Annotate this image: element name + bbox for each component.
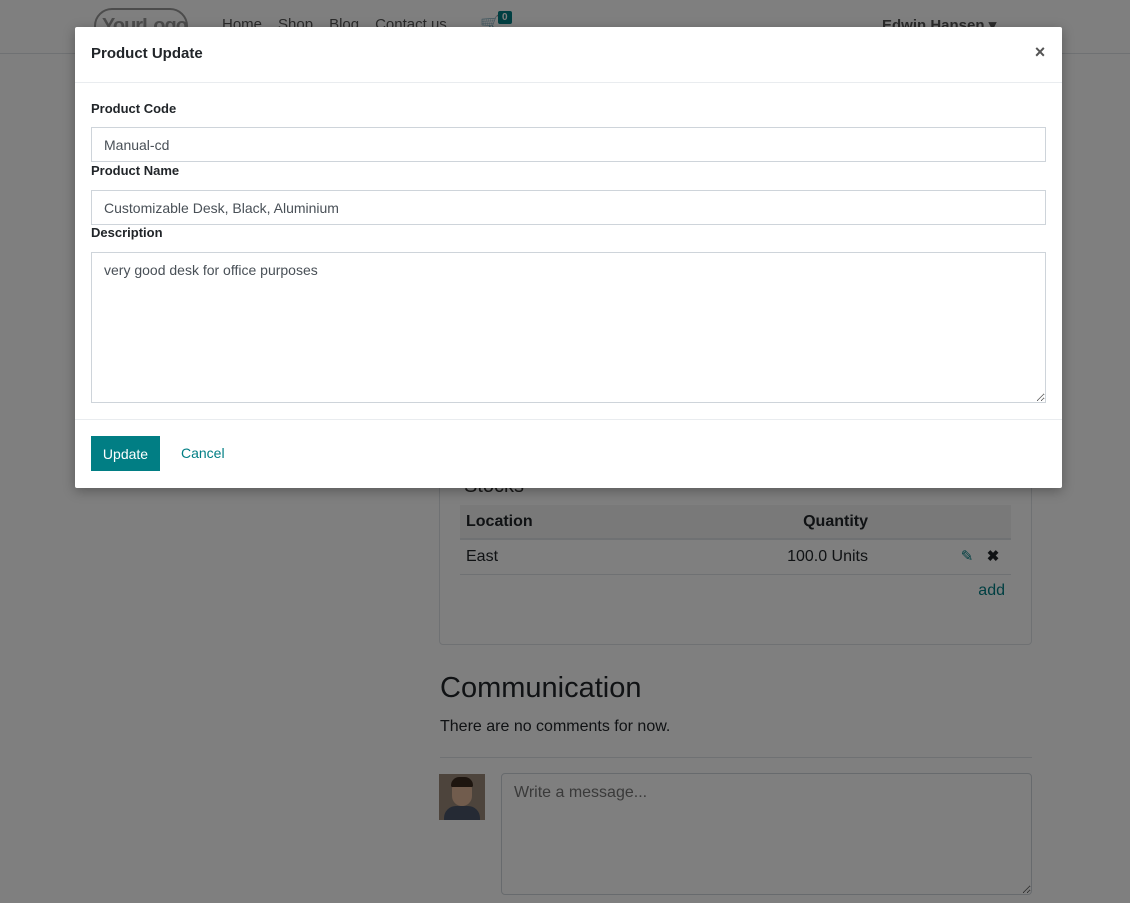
product-update-dialog: Product Update × Product Code Product Na…: [75, 27, 1062, 488]
modal-header: Product Update ×: [75, 27, 1062, 83]
modal-footer: Update Cancel: [75, 419, 1062, 488]
product-code-field[interactable]: [91, 127, 1046, 162]
description-label: Description: [91, 225, 163, 240]
product-name-label: Product Name: [91, 163, 180, 178]
description-field[interactable]: very good desk for office purposes: [91, 252, 1046, 403]
close-icon[interactable]: ×: [1030, 42, 1050, 62]
product-code-label: Product Code: [91, 101, 177, 116]
update-button[interactable]: Update: [91, 436, 160, 471]
product-name-field[interactable]: [91, 190, 1046, 225]
cancel-button[interactable]: Cancel: [181, 445, 225, 461]
modal-title: Product Update: [91, 45, 203, 62]
